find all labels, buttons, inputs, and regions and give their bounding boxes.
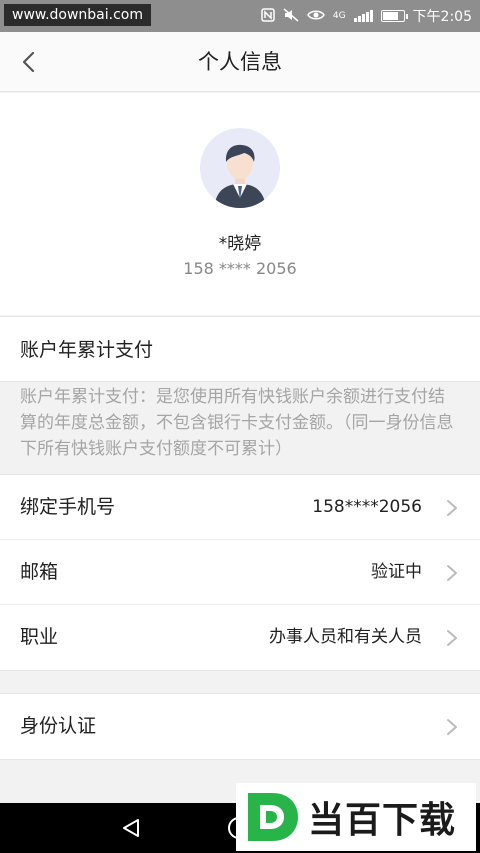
- list-item-occupation[interactable]: 职业 办事人员和有关人员: [0, 605, 480, 670]
- profile-name: *晓婷: [218, 234, 262, 254]
- profile-phone: 158 **** 2056: [183, 259, 297, 278]
- watermark-logo: 当百下载: [236, 783, 476, 851]
- annual-payment-row[interactable]: 账户年累计支付: [0, 316, 480, 382]
- email-label: 邮箱: [20, 561, 59, 583]
- status-time: 下午2:05: [412, 9, 472, 25]
- network-type-label: 4G: [332, 10, 346, 21]
- user-avatar-icon: [200, 128, 280, 208]
- chevron-right-icon: [447, 500, 457, 516]
- nav-bar: 个人信息: [0, 32, 480, 92]
- avatar[interactable]: [200, 128, 280, 208]
- watermark: www.downbai.com: [4, 4, 151, 26]
- nfc-icon: [261, 7, 275, 25]
- status-icons: 4G 下午2:05: [261, 0, 472, 32]
- chevron-right-icon: [447, 630, 457, 646]
- page-title: 个人信息: [198, 50, 282, 74]
- occupation-value: 办事人员和有关人员: [269, 627, 422, 647]
- phone-value: 158****2056: [312, 497, 422, 517]
- status-bar: www.downbai.com 4G 下午2:05: [0, 0, 480, 32]
- logo-text: 当百下载: [308, 800, 457, 841]
- signal-icon: [353, 10, 373, 22]
- chevron-right-icon: [447, 719, 457, 735]
- chevron-right-icon: [447, 565, 457, 581]
- occupation-label: 职业: [20, 626, 59, 648]
- battery-icon: [380, 10, 408, 22]
- logo-d-icon: [248, 793, 298, 841]
- email-value: 验证中: [371, 562, 422, 582]
- list-item-phone[interactable]: 绑定手机号 158****2056: [0, 475, 480, 540]
- eye-icon: [306, 9, 325, 24]
- mute-icon: [283, 7, 299, 25]
- annual-payment-note: 账户年累计支付：是您使用所有快钱账户余额进行支付结算的年度总金额，不包含银行卡支…: [20, 387, 454, 459]
- annual-payment-label: 账户年累计支付: [20, 339, 154, 361]
- list-item-identity[interactable]: 身份认证: [0, 694, 480, 759]
- back-button[interactable]: [10, 44, 46, 80]
- info-list: 绑定手机号 158****2056 邮箱 验证中 职业 办事人员和有关人员: [0, 474, 480, 671]
- system-back-icon[interactable]: [120, 817, 142, 839]
- chevron-left-icon: [22, 51, 35, 73]
- list-item-email[interactable]: 邮箱 验证中: [0, 540, 480, 605]
- identity-label: 身份认证: [20, 715, 97, 737]
- profile-card: *晓婷 158 **** 2056: [0, 93, 480, 315]
- phone-label: 绑定手机号: [20, 496, 116, 518]
- identity-list: 身份认证: [0, 693, 480, 760]
